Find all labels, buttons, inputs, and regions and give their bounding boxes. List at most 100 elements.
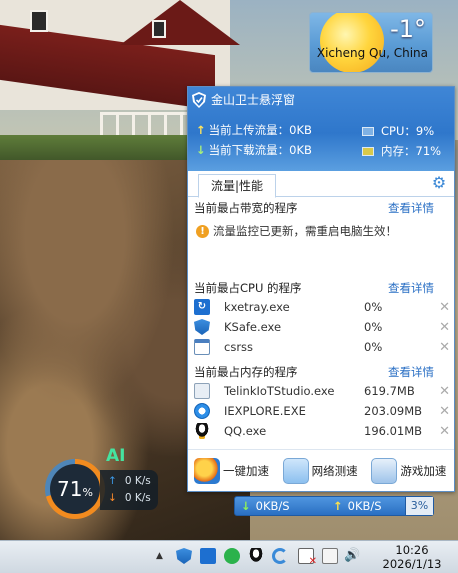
- taskbar: ▲ 🔊 10:26 2026/1/13: [0, 540, 458, 573]
- weather-gadget[interactable]: -1° Xicheng Qu, China: [309, 12, 433, 73]
- memory-usage-ring[interactable]: 71%: [45, 459, 105, 519]
- memory-process-row[interactable]: QQ.exe 196.01MB ✕: [194, 421, 450, 441]
- clock-time: 10:26: [395, 543, 429, 557]
- qq-penguin-icon[interactable]: [248, 548, 264, 564]
- float-window-titlebar[interactable]: 金山卫士悬浮窗: [192, 91, 295, 108]
- process-name: IEXPLORE.EXE: [224, 404, 306, 418]
- ai-upload-line: ↑ 0 K/s: [108, 475, 151, 487]
- memory-usage-percent: 71%: [50, 464, 100, 514]
- cpu-monitor-icon: [362, 126, 374, 136]
- memory-process-row[interactable]: TelinkIoTStudio.exe 619.7MB ✕: [194, 381, 450, 401]
- refresh-icon[interactable]: [272, 548, 288, 564]
- process-name: QQ.exe: [224, 424, 267, 438]
- upload-arrow-icon: ↑: [108, 475, 117, 487]
- process-name: kxetray.exe: [224, 300, 290, 314]
- ie-icon: [194, 403, 210, 419]
- close-icon[interactable]: ✕: [439, 300, 450, 315]
- game-boost-button[interactable]: 游戏加速: [365, 450, 454, 491]
- wallpaper-window: [152, 20, 166, 38]
- action-label: 网络测速: [311, 463, 358, 478]
- process-name: KSafe.exe: [224, 320, 282, 334]
- ai-upload-speed: 0 K/s: [124, 475, 151, 487]
- ai-network-box: ↑ 0 K/s ↓ 0 K/s: [100, 470, 158, 510]
- quick-actions-bar: 一键加速 网络测速 游戏加速: [188, 449, 454, 491]
- window-icon: [194, 339, 210, 355]
- qq-penguin-icon: [194, 423, 210, 439]
- bandwidth-notice: ! 流量监控已更新，需重启电脑生效！: [196, 223, 397, 239]
- process-value: 0%: [364, 320, 383, 334]
- upload-traffic-label: 当前上传流量：0KB: [208, 123, 312, 137]
- close-icon[interactable]: ✕: [439, 384, 450, 399]
- upload-traffic: ↑ 当前上传流量：0KB: [196, 122, 312, 138]
- close-icon[interactable]: ✕: [439, 424, 450, 439]
- download-traffic-label: 当前下载流量：0KB: [208, 143, 312, 157]
- tab-traffic-performance[interactable]: 流量|性能: [198, 174, 276, 198]
- action-label: 游戏加速: [400, 463, 447, 478]
- memory-usage-label: 内存：71%: [381, 144, 442, 158]
- ksafe-shield-icon: [192, 91, 206, 108]
- clock-date: 2026/1/13: [382, 557, 442, 571]
- cpu-process-row[interactable]: ↻ kxetray.exe 0% ✕: [194, 297, 450, 317]
- telink-icon: [194, 383, 210, 399]
- kxetray-icon: ↻: [194, 299, 210, 315]
- process-value: 203.09MB: [364, 404, 423, 418]
- close-icon[interactable]: ✕: [439, 340, 450, 355]
- taskbar-clock[interactable]: 10:26 2026/1/13: [372, 543, 452, 571]
- speed-bar-upload: ↑ 0KB/S: [315, 499, 405, 513]
- sun-icon: [320, 13, 384, 72]
- speedup-icon: [194, 457, 220, 484]
- kxetray-icon[interactable]: [200, 548, 216, 564]
- float-window-title: 金山卫士悬浮窗: [211, 93, 296, 107]
- speed-bar-download-value: 0KB/S: [255, 499, 290, 513]
- network-speed-bar[interactable]: ↓ 0KB/S ↑ 0KB/S 3%: [234, 496, 434, 516]
- action-label: 一键加速: [223, 463, 269, 478]
- process-name: csrss: [224, 340, 254, 354]
- upload-arrow-icon: ↑: [196, 123, 206, 137]
- download-traffic: ↓ 当前下载流量：0KB: [196, 142, 312, 158]
- bandwidth-section-title: 当前最占带宽的程序: [194, 201, 298, 215]
- gear-icon[interactable]: ⚙: [430, 174, 448, 192]
- ksafe-float-window[interactable]: 金山卫士悬浮窗 ↑ 当前上传流量：0KB ↓ 当前下载流量：0KB CPU：9%…: [187, 86, 455, 492]
- ai-download-speed: 0 K/s: [124, 492, 151, 504]
- memory-section-title: 当前最占内存的程序: [194, 365, 298, 379]
- warning-icon: !: [196, 224, 209, 238]
- gamepad-icon: [371, 457, 398, 484]
- download-arrow-icon: ↓: [108, 492, 117, 504]
- close-icon[interactable]: ✕: [439, 404, 450, 419]
- speedtest-icon: [282, 457, 309, 484]
- process-value: 619.7MB: [364, 384, 415, 398]
- ring-percent-value: 71: [57, 477, 83, 501]
- memory-usage: 内存：71%: [362, 143, 441, 159]
- bandwidth-details-link[interactable]: 查看详情: [388, 200, 434, 216]
- process-value: 0%: [364, 300, 383, 314]
- download-arrow-icon: ↓: [196, 143, 206, 157]
- download-arrow-icon: ↓: [241, 499, 251, 513]
- cpu-process-row[interactable]: KSafe.exe 0% ✕: [194, 317, 450, 337]
- volume-icon[interactable]: 🔊: [344, 548, 360, 564]
- memory-details-link[interactable]: 查看详情: [388, 364, 434, 380]
- wechat-icon[interactable]: [224, 548, 240, 564]
- network-speedtest-button[interactable]: 网络测速: [277, 450, 366, 491]
- ksafe-shield-icon[interactable]: [176, 548, 192, 564]
- ai-download-line: ↓ 0 K/s: [108, 492, 151, 504]
- memory-process-row[interactable]: IEXPLORE.EXE 203.09MB ✕: [194, 401, 450, 421]
- ksafe-shield-icon: [194, 319, 210, 335]
- speed-bar-upload-value: 0KB/S: [347, 499, 382, 513]
- network-icon[interactable]: [322, 548, 338, 564]
- show-hidden-icons-button[interactable]: ▲: [156, 551, 163, 561]
- upload-arrow-icon: ↑: [333, 499, 343, 513]
- speed-bar-cpu-value: 3%: [405, 497, 433, 515]
- process-value: 196.01MB: [364, 424, 423, 438]
- float-window-header: 金山卫士悬浮窗 ↑ 当前上传流量：0KB ↓ 当前下载流量：0KB CPU：9%…: [188, 87, 454, 171]
- cpu-process-row[interactable]: csrss 0% ✕: [194, 337, 450, 357]
- tab-bar: 流量|性能 ⚙: [188, 171, 454, 198]
- bandwidth-notice-text: 流量监控已更新，需重启电脑生效！: [213, 224, 397, 238]
- action-center-flag-icon[interactable]: [298, 548, 317, 567]
- wallpaper-window: [30, 10, 48, 32]
- process-name: TelinkIoTStudio.exe: [224, 384, 335, 398]
- close-icon[interactable]: ✕: [439, 320, 450, 335]
- cpu-usage-label: CPU：9%: [381, 124, 435, 138]
- one-click-speedup-button[interactable]: 一键加速: [188, 450, 277, 491]
- process-value: 0%: [364, 340, 383, 354]
- cpu-details-link[interactable]: 查看详情: [388, 280, 434, 296]
